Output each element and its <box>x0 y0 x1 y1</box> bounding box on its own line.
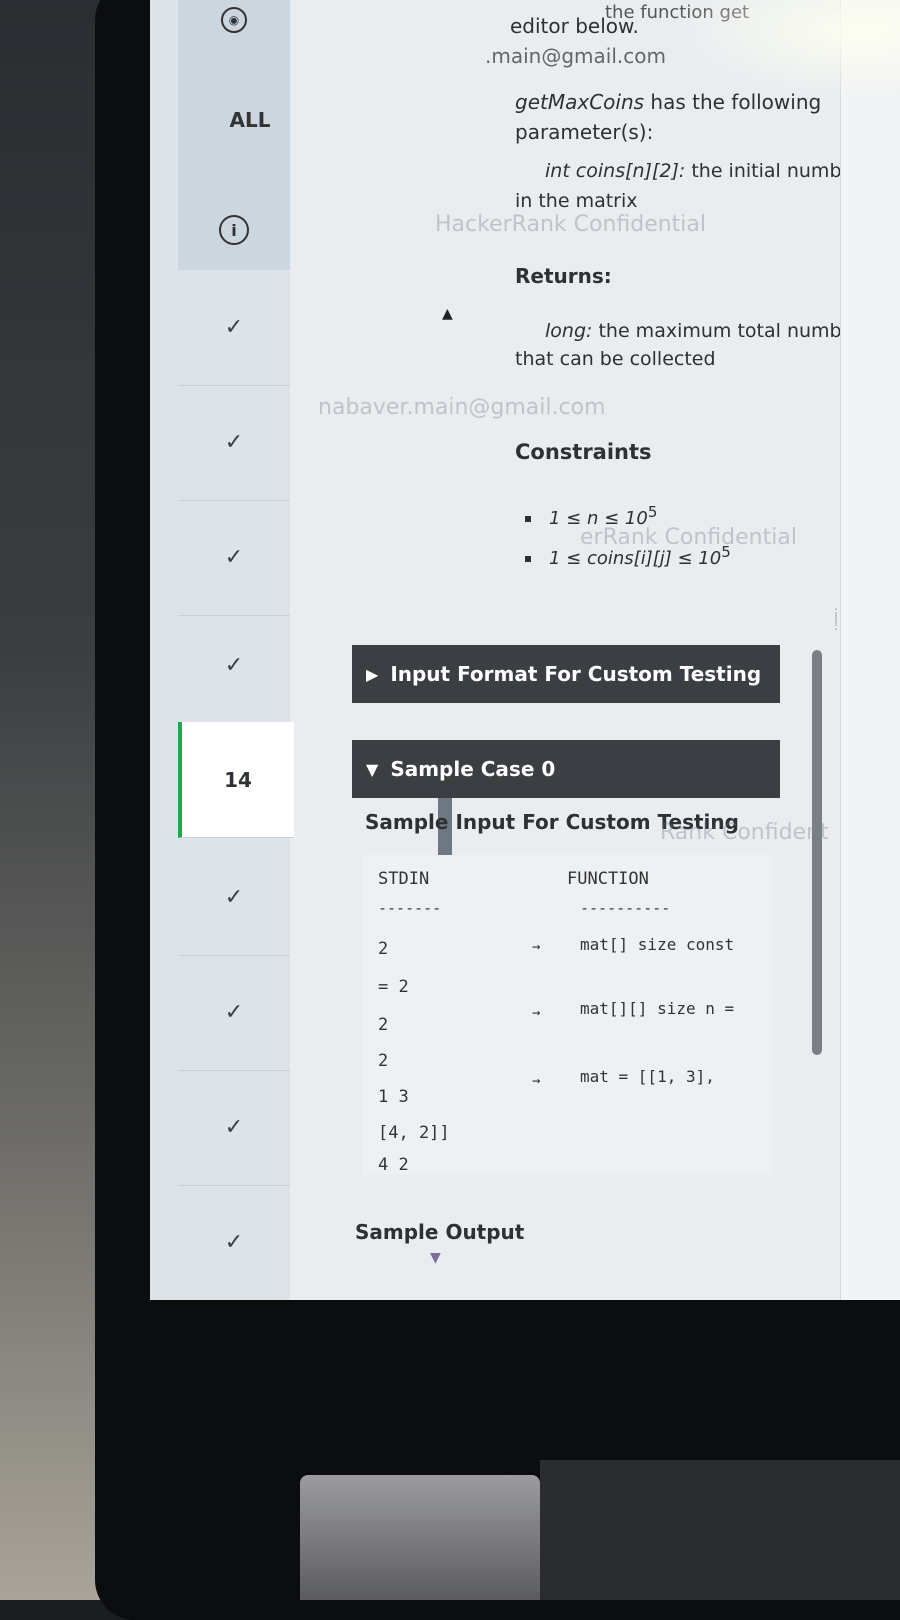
rail-item-q6[interactable]: ✓ <box>178 840 290 956</box>
input-format-toggle[interactable]: ▶ Input Format For Custom Testing <box>352 645 780 703</box>
rail-item-q3[interactable]: ✓ <box>178 500 290 616</box>
col-stdin: STDIN <box>378 869 430 889</box>
rail-all-label: ALL <box>229 108 271 132</box>
check-icon: ✓ <box>224 315 244 340</box>
badge-icon: ◉ <box>221 7 247 33</box>
function-desc: has the following <box>644 90 822 114</box>
check-icon: ✓ <box>224 545 244 570</box>
question-number: 14 <box>224 767 252 792</box>
rail-item-q8[interactable]: ✓ <box>178 1070 290 1186</box>
check-icon: ✓ <box>224 1000 244 1025</box>
editor-fragment: editor below. <box>510 14 639 38</box>
input-format-label: Input Format For Custom Testing <box>390 662 762 686</box>
param-type: int coins[n][2]: <box>545 160 686 182</box>
arrow-icon: → <box>532 939 541 955</box>
func-row-5: mat = [[1, 3], <box>580 1067 715 1086</box>
constraint-1-exp: 5 <box>647 503 658 521</box>
screen: ◉ ALL i ✓ ✓ ✓ ✓ 14 ✓ ✓ ✓ ✓ ▲ ▼ the funct… <box>150 0 900 1300</box>
sample-output-label: Sample Output <box>355 1220 525 1244</box>
sample-case-label: Sample Case 0 <box>390 757 556 781</box>
constraints-label: Constraints <box>515 440 652 464</box>
return-desc-2: that can be collected <box>515 348 716 370</box>
watermark: HackerRank Confidential <box>435 212 707 237</box>
rail-item-q1[interactable]: ✓ <box>178 270 290 386</box>
rail-item-all[interactable]: ALL <box>210 70 290 170</box>
bullet <box>525 516 531 522</box>
laptop-keyboard-deck <box>540 1460 900 1600</box>
question-rail: ◉ ALL i ✓ ✓ ✓ ✓ 14 ✓ ✓ ✓ ✓ <box>150 0 294 1300</box>
check-icon: ✓ <box>224 430 244 455</box>
caret-right-icon: ▶ <box>366 664 379 684</box>
stdin-row-2: = 2 <box>378 977 409 997</box>
function-line: getMaxCoins has the following <box>515 90 821 114</box>
stdin-row-7: 4 2 <box>378 1155 409 1175</box>
info-icon: i <box>219 215 249 245</box>
params-label: parameter(s): <box>515 120 654 144</box>
dash-stdin: ------- <box>378 899 442 917</box>
watermark: nabaver.main@gmail.com <box>318 395 606 420</box>
rail-item-q4[interactable]: ✓ <box>178 608 290 724</box>
dash-function: ---------- <box>580 899 671 917</box>
content-scrollbar[interactable] <box>812 650 822 1055</box>
constraint-2-text: 1 ≤ coins[i][j] ≤ 10 <box>549 548 722 569</box>
stdin-row-6: [4, 2]] <box>378 1123 450 1143</box>
check-icon: ✓ <box>224 885 244 910</box>
watermark: Rank Confident <box>660 820 829 845</box>
watermark: erRank Confidential <box>580 525 797 550</box>
bullet <box>525 556 531 562</box>
rail-item-q7[interactable]: ✓ <box>178 955 290 1071</box>
sample-case-toggle[interactable]: ▼ Sample Case 0 <box>352 740 780 798</box>
arrow-icon: → <box>532 1073 541 1089</box>
stdin-row-5: 1 3 <box>378 1087 409 1107</box>
caret-down-icon: ▼ <box>366 759 379 779</box>
func-row-1: mat[] size const <box>580 935 735 954</box>
rail-item-q2[interactable]: ✓ <box>178 385 290 501</box>
col-function: FUNCTION <box>567 869 649 889</box>
arrow-icon: → <box>532 1005 541 1021</box>
stdin-row-3: 2 <box>378 1015 389 1035</box>
sample-input-block: STDIN FUNCTION ------- ---------- 2 → ma… <box>362 855 772 1175</box>
function-name: getMaxCoins <box>515 90 645 114</box>
check-icon: ✓ <box>224 1115 244 1140</box>
param-desc-2: in the matrix <box>515 190 638 212</box>
rail-badge[interactable]: ◉ <box>178 0 290 40</box>
rail-item-q9[interactable]: ✓ <box>178 1185 290 1300</box>
rail-item-info[interactable]: i <box>178 185 290 275</box>
stdin-row-4: 2 <box>378 1051 389 1071</box>
check-icon: ✓ <box>224 653 244 678</box>
email-fragment: .main@gmail.com <box>485 44 666 68</box>
editor-pane-edge[interactable] <box>840 0 900 1300</box>
laptop-hinge <box>300 1475 540 1600</box>
rail-item-q14-active[interactable]: 14 <box>178 722 294 838</box>
check-icon: ✓ <box>224 1230 244 1255</box>
return-type: long: <box>545 320 593 342</box>
returns-label: Returns: <box>515 264 612 288</box>
func-row-3: mat[][] size n = <box>580 999 735 1018</box>
stdin-row-1: 2 <box>378 939 389 959</box>
